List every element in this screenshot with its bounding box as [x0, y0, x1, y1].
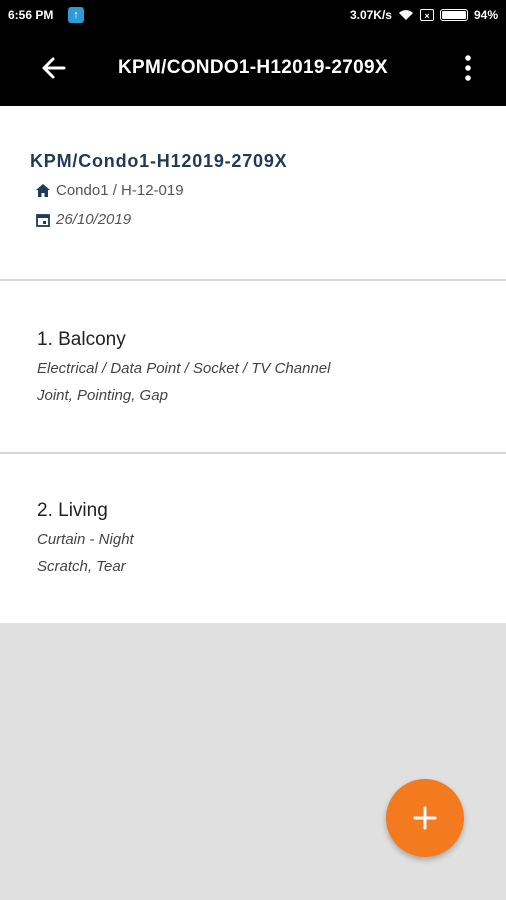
app-bar-title: KPM/CONDO1-H12019-2709X	[118, 57, 388, 78]
notification-upload-icon: ↑	[68, 7, 84, 23]
date-text: 26/10/2019	[56, 211, 132, 228]
status-time: 6:56 PM	[8, 8, 54, 22]
list-item[interactable]: 1. Balcony Electrical / Data Point / Soc…	[0, 281, 506, 452]
arrow-back-icon[interactable]	[36, 50, 72, 86]
more-vert-icon[interactable]	[462, 54, 474, 82]
status-bar: 6:56 PM ↑ 3.07K/s × 94%	[0, 0, 506, 30]
wifi-icon	[398, 10, 413, 20]
item-category: Electrical / Data Point / Socket / TV Ch…	[37, 360, 331, 377]
location-row: Condo1 / H-12-019	[36, 182, 184, 199]
inspection-header-card: KPM/Condo1-H12019-2709X Condo1 / H-12-01…	[0, 106, 506, 279]
date-row: 26/10/2019	[36, 211, 131, 228]
item-category: Curtain - Night	[37, 531, 134, 548]
location-text: Condo1 / H-12-019	[56, 182, 184, 199]
battery-icon	[439, 9, 468, 21]
inspection-reference: KPM/Condo1-H12019-2709X	[30, 151, 288, 171]
add-icon	[413, 806, 437, 830]
network-speed: 3.07K/s	[349, 8, 392, 22]
add-item-button[interactable]	[386, 779, 464, 857]
battery-percent: 94%	[473, 8, 498, 22]
home-icon	[36, 184, 50, 197]
app-bar: KPM/CONDO1-H12019-2709X	[0, 30, 506, 106]
item-defects: Joint, Pointing, Gap	[37, 387, 168, 404]
list-item[interactable]: 2. Living Curtain - Night Scratch, Tear	[0, 454, 506, 623]
item-title: 2. Living	[37, 500, 108, 521]
calendar-icon	[36, 213, 50, 227]
item-title: 1. Balcony	[37, 329, 126, 350]
sim-icon: ×	[419, 9, 434, 21]
status-right: 3.07K/s × 94%	[350, 8, 498, 22]
item-defects: Scratch, Tear	[37, 558, 126, 575]
